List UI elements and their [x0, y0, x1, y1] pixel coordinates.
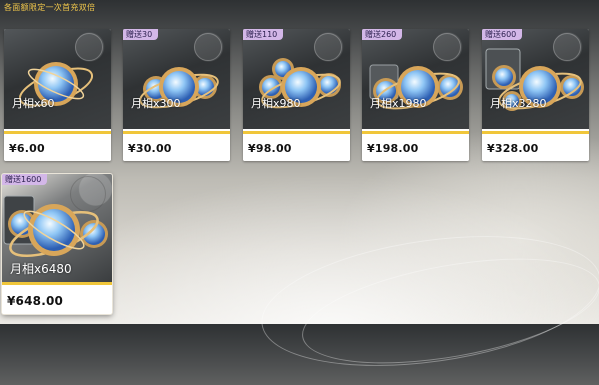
product-price: ¥198.00 — [367, 142, 419, 155]
product-card[interactable]: 赠送260 月相x1980 ¥198.00 — [362, 29, 469, 161]
moon-orb-icon — [482, 29, 589, 129]
product-amount: 月相x60 — [12, 97, 55, 110]
price-bar: ¥98.00 — [243, 131, 350, 161]
product-amount: 月相x980 — [251, 97, 301, 110]
bonus-badge: 赠送260 — [362, 29, 403, 40]
moon-orb-icon — [4, 29, 111, 129]
moon-orb-icon — [362, 29, 469, 129]
product-art: 赠送260 月相x1980 — [362, 29, 469, 129]
price-bar: ¥30.00 — [123, 131, 230, 161]
product-art: 赠送1600 月相x6480 — [2, 174, 112, 282]
price-bar: ¥328.00 — [482, 131, 589, 161]
price-bar: ¥648.00 — [2, 282, 112, 314]
product-amount: 月相x3280 — [490, 97, 547, 110]
product-price: ¥6.00 — [9, 142, 45, 155]
bonus-badge: 赠送1600 — [2, 174, 48, 185]
product-price: ¥328.00 — [487, 142, 539, 155]
product-card[interactable]: 赠送30 月相x300 ¥30.00 — [123, 29, 230, 161]
product-price: ¥30.00 — [128, 142, 172, 155]
product-art: 赠送30 月相x300 — [123, 29, 230, 129]
bonus-badge: 赠送110 — [243, 29, 284, 40]
product-card[interactable]: 赠送600 月相x3280 ¥328.00 — [482, 29, 589, 161]
price-stripe — [482, 131, 589, 134]
product-amount: 月相x6480 — [10, 262, 72, 276]
price-stripe — [2, 282, 112, 285]
price-stripe — [362, 131, 469, 134]
product-card[interactable]: 月相x60 ¥6.00 — [4, 29, 111, 161]
product-amount: 月相x1980 — [370, 97, 427, 110]
product-price: ¥648.00 — [7, 294, 64, 308]
first-purchase-notice: 各面额限定一次首充双倍 — [4, 3, 96, 12]
moon-orb-icon — [243, 29, 350, 129]
product-art: 赠送110 月相x980 — [243, 29, 350, 129]
product-amount: 月相x300 — [131, 97, 181, 110]
product-card[interactable]: 赠送110 月相x980 ¥98.00 — [243, 29, 350, 161]
price-stripe — [4, 131, 111, 134]
product-card-selected[interactable]: 赠送1600 月相x6480 ¥648.00 — [2, 174, 112, 314]
product-art: 月相x60 — [4, 29, 111, 129]
price-bar: ¥198.00 — [362, 131, 469, 161]
price-bar: ¥6.00 — [4, 131, 111, 161]
product-price: ¥98.00 — [248, 142, 292, 155]
price-stripe — [123, 131, 230, 134]
price-stripe — [243, 131, 350, 134]
product-art: 赠送600 月相x3280 — [482, 29, 589, 129]
moon-orb-icon — [123, 29, 230, 129]
bonus-badge: 赠送30 — [123, 29, 159, 40]
bonus-badge: 赠送600 — [482, 29, 523, 40]
